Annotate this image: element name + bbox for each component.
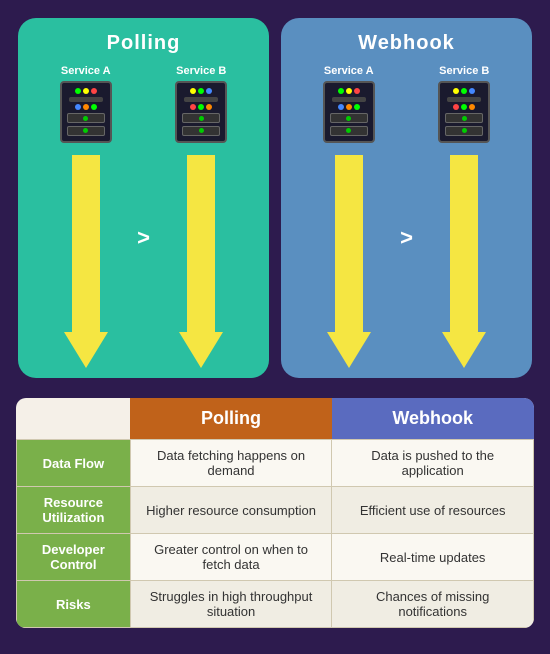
row-webhook-value: Real-time updates (332, 534, 534, 581)
polling-service-a-container: Service A (60, 65, 112, 143)
webhook-arrow-shaft-left (335, 155, 363, 332)
bottom-section: Polling Webhook Data FlowData fetching h… (0, 390, 550, 654)
webhook-arrow-head-right (442, 332, 486, 368)
webhook-arrow-right (407, 155, 523, 368)
polling-servers-row: Service A (28, 65, 259, 143)
table-row: Developer ControlGreater control on when… (17, 534, 534, 581)
table-row: Data FlowData fetching happens on demand… (17, 440, 534, 487)
webhook-diagram: Webhook Service A (281, 18, 532, 378)
row-polling-value: Struggles in high throughput situation (130, 581, 332, 628)
row-label: Developer Control (17, 534, 131, 581)
table-row: Resource UtilizationHigher resource cons… (17, 487, 534, 534)
webhook-arrow-left (291, 155, 407, 368)
header-polling: Polling (130, 398, 332, 440)
polling-arrow-shaft-left (72, 155, 100, 332)
row-webhook-value: Efficient use of resources (332, 487, 534, 534)
table-row: RisksStruggles in high throughput situat… (17, 581, 534, 628)
polling-title: Polling (107, 32, 181, 55)
webhook-chevron: > (400, 225, 413, 251)
webhook-title: Webhook (358, 32, 455, 55)
webhook-server-a-icon (323, 81, 375, 143)
polling-arrow-left (28, 155, 144, 368)
webhook-service-a-label: Service A (324, 65, 374, 77)
row-polling-value: Greater control on when to fetch data (130, 534, 332, 581)
polling-chevron: > (137, 225, 150, 251)
row-label: Resource Utilization (17, 487, 131, 534)
polling-diagram: Polling Service A (18, 18, 269, 378)
top-section: Polling Service A (0, 0, 550, 390)
row-polling-value: Higher resource consumption (130, 487, 332, 534)
polling-service-b-label: Service B (176, 65, 226, 77)
polling-service-a-label: Service A (61, 65, 111, 77)
webhook-arrow-head-left (327, 332, 371, 368)
webhook-service-a-container: Service A (323, 65, 375, 143)
polling-server-a-icon (60, 81, 112, 143)
header-webhook: Webhook (332, 398, 534, 440)
polling-arrow-right (144, 155, 260, 368)
polling-arrows: > (28, 151, 259, 368)
polling-arrow-head-right (179, 332, 223, 368)
webhook-server-b-icon (438, 81, 490, 143)
polling-server-b-icon (175, 81, 227, 143)
row-label: Data Flow (17, 440, 131, 487)
webhook-service-b-container: Service B (438, 65, 490, 143)
polling-arrow-shaft-right (187, 155, 215, 332)
row-webhook-value: Chances of missing notifications (332, 581, 534, 628)
webhook-arrow-shaft-right (450, 155, 478, 332)
polling-service-b-container: Service B (175, 65, 227, 143)
row-webhook-value: Data is pushed to the application (332, 440, 534, 487)
webhook-service-b-label: Service B (439, 65, 489, 77)
polling-arrow-head-left (64, 332, 108, 368)
row-polling-value: Data fetching happens on demand (130, 440, 332, 487)
header-empty (17, 398, 131, 440)
comparison-table: Polling Webhook Data FlowData fetching h… (16, 398, 534, 628)
row-label: Risks (17, 581, 131, 628)
webhook-arrows: > (291, 151, 522, 368)
webhook-servers-row: Service A (291, 65, 522, 143)
